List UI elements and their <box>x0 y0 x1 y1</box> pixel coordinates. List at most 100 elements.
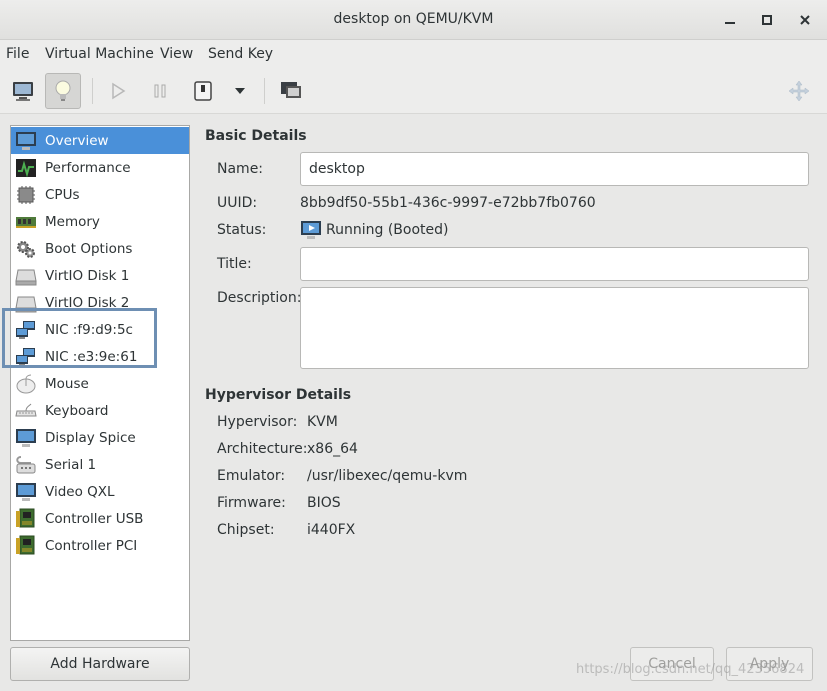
sidebar-item-boot-options[interactable]: Boot Options <box>11 235 189 262</box>
disk-drive-icon <box>14 292 38 314</box>
sidebar-item-mouse[interactable]: Mouse <box>11 370 189 397</box>
sidebar-item-label: Display Spice <box>45 429 136 446</box>
sidebar-item-memory[interactable]: Memory <box>11 208 189 235</box>
menu-view[interactable]: View <box>160 46 193 62</box>
chipset-label: Chipset: <box>217 522 275 538</box>
lightbulb-icon <box>55 80 71 101</box>
sidebar-item-virtio-disk-2[interactable]: VirtIO Disk 2 <box>11 289 189 316</box>
minimize-icon[interactable] <box>720 10 740 30</box>
network-icon <box>14 346 38 368</box>
sidebar-item-virtio-disk-1[interactable]: VirtIO Disk 1 <box>11 262 189 289</box>
video-card-icon <box>14 481 38 503</box>
emulator-value: /usr/libexec/qemu-kvm <box>307 468 468 484</box>
sidebar-item-controller-usb[interactable]: Controller USB <box>11 505 189 532</box>
sidebar-item-label: Serial 1 <box>45 456 97 473</box>
sidebar-item-nic-1[interactable]: NIC :f9:d9:5c <box>11 316 189 343</box>
display-icon <box>14 427 38 449</box>
sidebar-item-label: Boot Options <box>45 240 133 257</box>
cpu-chip-icon <box>14 184 38 206</box>
play-icon <box>112 82 126 100</box>
chevron-down-icon <box>235 88 245 94</box>
hypervisor-details-heading: Hypervisor Details <box>205 387 352 403</box>
description-field[interactable] <box>300 287 809 369</box>
sidebar-item-label: Overview <box>45 132 109 149</box>
fullscreen-button[interactable] <box>273 73 309 109</box>
sidebar-item-display-spice[interactable]: Display Spice <box>11 424 189 451</box>
title-label: Title: <box>217 256 252 272</box>
sidebar-item-serial-1[interactable]: Serial 1 <box>11 451 189 478</box>
network-icon <box>14 319 38 341</box>
controller-card-icon <box>14 508 38 530</box>
hardware-list: Overview Performance CPUs Memory Boot Op… <box>10 125 190 641</box>
keyboard-icon <box>14 400 38 422</box>
firmware-label: Firmware: <box>217 495 286 511</box>
sidebar-item-label: VirtIO Disk 1 <box>45 267 130 284</box>
menu-bar: File Virtual Machine View Send Key <box>0 40 827 68</box>
architecture-label: Architecture: <box>217 441 308 457</box>
menu-send-key[interactable]: Send Key <box>208 46 273 62</box>
hypervisor-label: Hypervisor: <box>217 414 298 430</box>
sidebar-item-label: Mouse <box>45 375 89 392</box>
title-bar: desktop on QEMU/KVM <box>0 0 827 40</box>
console-view-button[interactable] <box>5 73 41 109</box>
maximize-icon[interactable] <box>757 10 777 30</box>
sidebar-item-label: Keyboard <box>45 402 109 419</box>
chipset-value: i440FX <box>307 522 356 538</box>
shutdown-button[interactable] <box>185 73 221 109</box>
screens-icon <box>281 82 301 98</box>
sidebar-item-overview[interactable]: Overview <box>11 127 189 154</box>
status-value: Running (Booted) <box>300 220 448 240</box>
description-label: Description: <box>217 290 302 306</box>
toolbar <box>0 68 827 114</box>
details-view-button[interactable] <box>45 73 81 109</box>
watermark: https://blog.csdn.net/qq_42356824 <box>576 662 805 677</box>
gears-icon <box>14 238 38 260</box>
sidebar-item-performance[interactable]: Performance <box>11 154 189 181</box>
power-icon <box>194 81 212 101</box>
running-icon <box>300 220 322 240</box>
pause-icon <box>154 84 166 98</box>
sidebar-item-label: Controller USB <box>45 510 144 527</box>
name-label: Name: <box>217 161 264 177</box>
basic-details-heading: Basic Details <box>205 128 307 144</box>
hypervisor-value: KVM <box>307 414 338 430</box>
sidebar-item-cpus[interactable]: CPUs <box>11 181 189 208</box>
resize-icon[interactable] <box>781 73 817 109</box>
sidebar-item-label: NIC :f9:d9:5c <box>45 321 133 338</box>
sidebar-item-label: NIC :e3:9e:61 <box>45 348 138 365</box>
sidebar-item-label: Memory <box>45 213 100 230</box>
emulator-label: Emulator: <box>217 468 286 484</box>
sidebar-item-label: Video QXL <box>45 483 115 500</box>
sidebar-item-label: Controller PCI <box>45 537 138 554</box>
sidebar-item-video-qxl[interactable]: Video QXL <box>11 478 189 505</box>
sidebar-item-controller-pci[interactable]: Controller PCI <box>11 532 189 559</box>
monitor-icon <box>13 82 33 101</box>
window-title: desktop on QEMU/KVM <box>333 11 494 27</box>
add-hardware-button[interactable]: Add Hardware <box>10 647 190 681</box>
uuid-value: 8bb9df50-55b1-436c-9997-e72bb7fb0760 <box>300 195 596 211</box>
architecture-value: x86_64 <box>307 441 358 457</box>
sidebar-item-nic-2[interactable]: NIC :e3:9e:61 <box>11 343 189 370</box>
serial-port-icon <box>14 454 38 476</box>
performance-graph-icon <box>14 157 38 179</box>
pause-button[interactable] <box>142 73 178 109</box>
sidebar-item-label: VirtIO Disk 2 <box>45 294 130 311</box>
sidebar-item-label: Performance <box>45 159 131 176</box>
menu-file[interactable]: File <box>6 46 29 62</box>
sidebar-item-label: CPUs <box>45 186 80 203</box>
sidebar-item-keyboard[interactable]: Keyboard <box>11 397 189 424</box>
shutdown-menu-button[interactable] <box>222 73 258 109</box>
title-field[interactable] <box>300 247 809 281</box>
close-icon[interactable] <box>795 10 815 30</box>
monitor-icon <box>14 130 38 152</box>
uuid-label: UUID: <box>217 195 258 211</box>
run-button[interactable] <box>100 73 136 109</box>
name-field[interactable]: desktop <box>300 152 809 186</box>
mouse-icon <box>14 373 38 395</box>
firmware-value: BIOS <box>307 495 341 511</box>
menu-virtual-machine[interactable]: Virtual Machine <box>45 46 154 62</box>
controller-card-icon <box>14 535 38 557</box>
status-label: Status: <box>217 222 267 238</box>
disk-drive-icon <box>14 265 38 287</box>
memory-stick-icon <box>14 211 38 233</box>
